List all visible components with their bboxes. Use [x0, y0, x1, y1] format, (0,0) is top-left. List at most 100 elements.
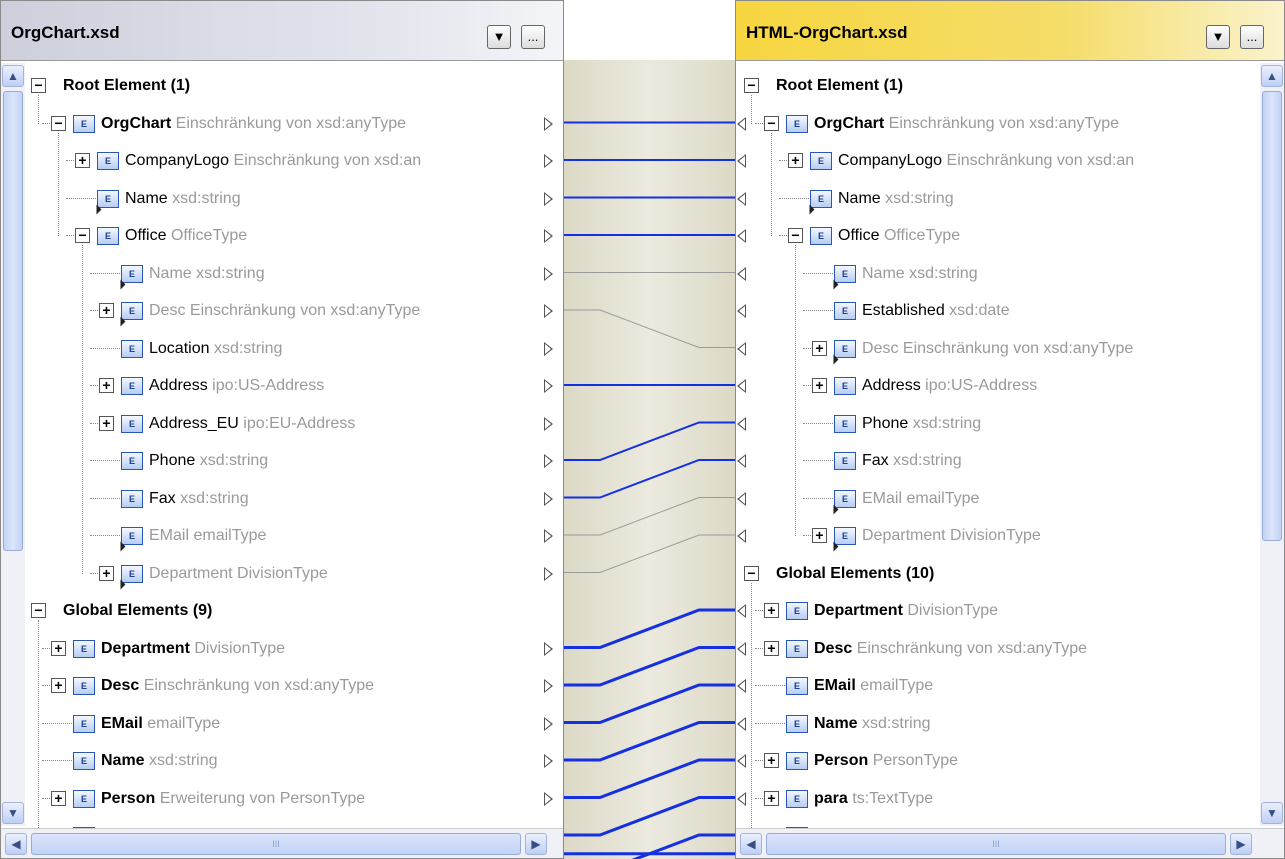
chevron-down-icon[interactable]: ▼	[1206, 25, 1230, 49]
tree-row-desc[interactable]: + E Desc Einschränkung von xsd:anyType	[737, 330, 1254, 367]
target-vertical-scrollbar[interactable]: ▲ ▼	[1260, 63, 1284, 826]
mapping-connection[interactable]	[564, 459, 735, 499]
expand-icon[interactable]: +	[99, 415, 114, 431]
expand-icon[interactable]: +	[812, 340, 827, 356]
mapping-connection[interactable]	[564, 646, 735, 687]
connector-port[interactable]	[737, 229, 746, 243]
tree-row-location[interactable]: E Location xsd:string	[27, 330, 555, 367]
expand-icon[interactable]: +	[99, 378, 114, 393]
collapse-icon[interactable]: −	[51, 115, 66, 131]
connector-port[interactable]	[737, 266, 746, 281]
collapse-icon[interactable]: −	[744, 78, 759, 93]
scroll-left-button[interactable]: ◀	[740, 833, 762, 855]
scroll-thumb-horizontal[interactable]: III	[766, 833, 1226, 855]
connector-port[interactable]	[544, 229, 553, 243]
mapping-connection[interactable]	[564, 608, 735, 649]
tree-row-companylogo[interactable]: + E CompanyLogo Einschränkung von xsd:an	[737, 142, 1254, 179]
tree-row-name[interactable]: E Name xsd:string	[27, 742, 555, 779]
scroll-thumb[interactable]	[3, 91, 23, 551]
tree-row-department[interactable]: + E Department DivisionType	[27, 630, 555, 667]
mapping-connection[interactable]	[564, 833, 735, 859]
scroll-down-button[interactable]: ▼	[2, 802, 24, 824]
tree-row-department[interactable]: + E Department DivisionType	[737, 592, 1254, 629]
expand-icon[interactable]: +	[764, 640, 779, 656]
tree-section-header[interactable]: − Root Element (1)	[27, 67, 555, 104]
mapping-connection[interactable]	[564, 721, 735, 762]
target-horizontal-scrollbar[interactable]: ◀ III ▶	[736, 828, 1284, 858]
tree-row-fax[interactable]: E Fax xsd:string	[27, 480, 555, 517]
tree-row-orgchart[interactable]: − E OrgChart Einschränkung von xsd:anyType	[27, 105, 555, 142]
mapping-connection[interactable]	[564, 421, 735, 461]
source-vertical-scrollbar[interactable]: ▲ ▼	[1, 63, 25, 826]
mapping-connection[interactable]	[564, 309, 735, 348]
scroll-up-button[interactable]: ▲	[1261, 65, 1283, 87]
tree-row-department[interactable]: + E Department DivisionType	[737, 517, 1254, 554]
connector-port[interactable]	[544, 716, 553, 731]
tree-row-address[interactable]: + E Address ipo:US-Address	[737, 367, 1254, 404]
mapping-connection[interactable]	[564, 758, 735, 799]
collapse-icon[interactable]: −	[31, 603, 46, 618]
tree-row-email[interactable]: E EMail emailType	[737, 667, 1254, 704]
expand-icon[interactable]: +	[99, 303, 114, 318]
tree-row-person[interactable]: + E Person Erweiterung von PersonType	[27, 780, 555, 817]
expand-icon[interactable]: +	[764, 603, 779, 618]
connector-port[interactable]	[544, 491, 553, 506]
expand-icon[interactable]: +	[75, 153, 90, 168]
connector-port[interactable]	[544, 679, 553, 693]
connector-port[interactable]	[737, 454, 746, 468]
connector-port[interactable]	[737, 379, 746, 393]
connector-port[interactable]	[544, 379, 553, 393]
connector-port[interactable]	[544, 154, 553, 168]
tree-row-established[interactable]: E Established xsd:date	[737, 292, 1254, 329]
mapping-connection[interactable]	[564, 796, 735, 837]
connector-port[interactable]	[737, 604, 746, 618]
scroll-right-button[interactable]: ▶	[1230, 833, 1252, 855]
collapse-icon[interactable]: −	[788, 228, 803, 243]
tree-row-companylogo[interactable]: + E CompanyLogo Einschränkung von xsd:an	[27, 142, 555, 179]
tree-row-email[interactable]: E EMail emailType	[27, 705, 555, 742]
connector-port[interactable]	[737, 529, 746, 543]
connector-port[interactable]	[544, 304, 553, 318]
connector-port[interactable]	[737, 341, 746, 356]
tree-row-desc[interactable]: + E Desc Einschränkung von xsd:anyType	[27, 667, 555, 704]
scroll-right-button[interactable]: ▶	[525, 833, 547, 855]
tree-row-address-eu[interactable]: + E Address_EU ipo:EU-Address	[27, 405, 555, 442]
connector-port[interactable]	[737, 416, 746, 431]
connector-port[interactable]	[737, 191, 746, 206]
connector-port[interactable]	[737, 641, 746, 656]
connector-port[interactable]	[544, 754, 553, 768]
expand-icon[interactable]: +	[99, 565, 114, 581]
tree-row-department[interactable]: + E Department DivisionType	[27, 555, 555, 592]
tree-row-name[interactable]: E Name xsd:string	[737, 705, 1254, 742]
tree-section-header[interactable]: − Global Elements (9)	[27, 592, 555, 629]
mapping-area[interactable]	[564, 0, 735, 859]
scroll-thumb[interactable]	[1262, 91, 1282, 541]
expand-icon[interactable]: +	[764, 753, 779, 768]
connector-port[interactable]	[737, 754, 746, 768]
connector-port[interactable]	[544, 341, 553, 356]
more-options-button[interactable]: ...	[521, 25, 545, 49]
tree-row-office[interactable]: − E Office OfficeType	[27, 217, 555, 254]
collapse-icon[interactable]: −	[31, 78, 46, 93]
more-options-button[interactable]: ...	[1240, 25, 1264, 49]
connector-port[interactable]	[544, 116, 553, 131]
connector-port[interactable]	[544, 641, 553, 656]
mapping-connection[interactable]	[564, 683, 735, 724]
connector-port[interactable]	[737, 716, 746, 731]
scroll-thumb-horizontal[interactable]: III	[31, 833, 521, 855]
expand-icon[interactable]: +	[764, 790, 779, 806]
tree-row-desc[interactable]: + E Desc Einschränkung von xsd:anyType	[737, 630, 1254, 667]
scroll-up-button[interactable]: ▲	[2, 65, 24, 87]
expand-icon[interactable]: +	[51, 640, 66, 656]
connector-port[interactable]	[544, 791, 553, 806]
connector-port[interactable]	[544, 529, 553, 543]
source-horizontal-scrollbar[interactable]: ◀ III ▶	[1, 828, 563, 858]
expand-icon[interactable]: +	[788, 153, 803, 168]
tree-row-office[interactable]: − E Office OfficeType	[737, 217, 1254, 254]
collapse-icon[interactable]: −	[744, 565, 759, 581]
connector-port[interactable]	[544, 416, 553, 431]
connector-port[interactable]	[737, 116, 746, 131]
connector-port[interactable]	[544, 566, 553, 581]
tree-section-header[interactable]: − Root Element (1)	[740, 67, 1254, 104]
connector-port[interactable]	[544, 191, 553, 206]
